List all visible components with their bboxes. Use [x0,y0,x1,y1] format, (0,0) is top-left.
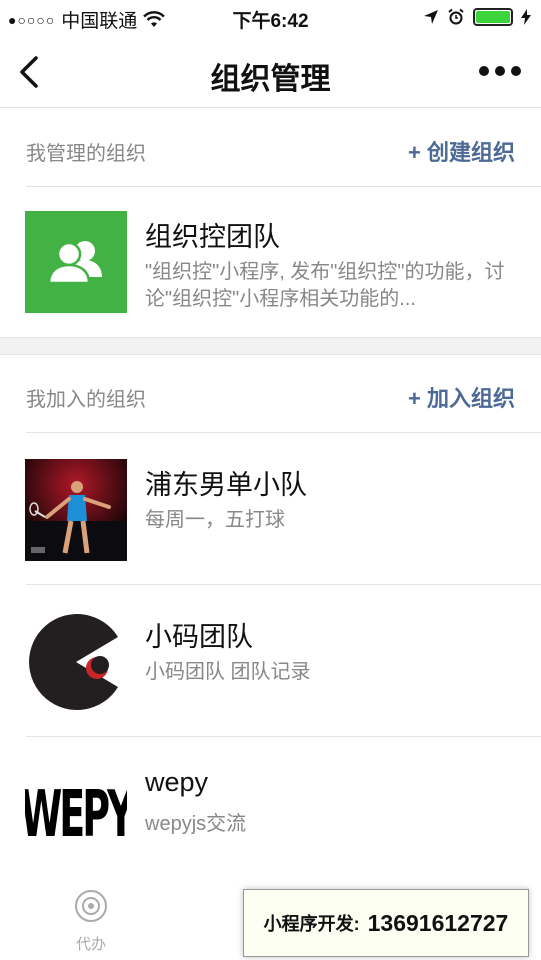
pacman-logo-icon [29,614,119,710]
org-name: 浦东男单小队 [145,470,307,500]
battery-icon [473,8,513,26]
nav-bar: 组织管理 [0,36,541,108]
promo-phone: 13691612727 [367,909,509,936]
org-avatar [25,211,127,313]
alarm-icon [448,8,464,25]
location-arrow-icon [424,10,438,24]
status-bar: ●○○○○ 中国联通 下午6:42 [0,0,541,36]
status-right [423,8,531,26]
joined-section-label: 我加入的组织 [26,389,146,411]
org-avatar-wepy-logo: WEPY [25,763,127,865]
promo-banner: 小程序开发: 13691612727 [243,889,529,957]
org-item-wepy[interactable]: WEPY wepy wepyjs交流 [0,737,541,889]
managed-section-header: 我管理的组织 + 创建组织 [0,109,541,187]
create-org-button[interactable]: + 创建组织 [408,135,515,167]
org-description: wepyjs交流 [145,813,247,835]
section-gap [0,337,541,355]
promo-label: 小程序开发: [263,914,360,934]
tab-label: 代办 [75,936,106,953]
org-avatar-pacman-logo [25,611,127,713]
org-item-xiaoma[interactable]: 小码团队 小码团队 团队记录 [0,585,541,737]
org-name: 组织控团队 [145,222,280,252]
org-description: 每周一，五打球 [145,509,285,531]
more-options-icon[interactable] [479,58,521,84]
badminton-player-image [25,459,127,561]
charging-bolt-icon [521,9,531,25]
target-icon [75,890,107,922]
join-org-button[interactable]: + 加入组织 [408,381,515,413]
group-users-icon [47,241,102,285]
org-description: 小码团队 团队记录 [145,661,311,683]
org-avatar-badminton-photo [25,459,127,561]
org-item-zuzhikong[interactable]: 组织控团队 "组织控"小程序, 发布"组织控"的功能，讨论"组织控"小程序相关功… [0,185,541,337]
org-description: "组织控"小程序, 发布"组织控"的功能，讨论"组织控"小程序相关功能的... [145,261,505,310]
page-title: 组织管理 [210,63,331,96]
org-name: wepy [145,767,209,797]
joined-section-header: 我加入的组织 + 加入组织 [0,355,541,433]
managed-section-label: 我管理的组织 [26,143,146,165]
org-name: 小码团队 [145,622,253,652]
org-item-pudong[interactable]: 浦东男单小队 每周一，五打球 [0,433,541,585]
tab-todo[interactable]: 代办 [56,888,126,954]
wepy-logo-text: WEPY [25,776,127,852]
